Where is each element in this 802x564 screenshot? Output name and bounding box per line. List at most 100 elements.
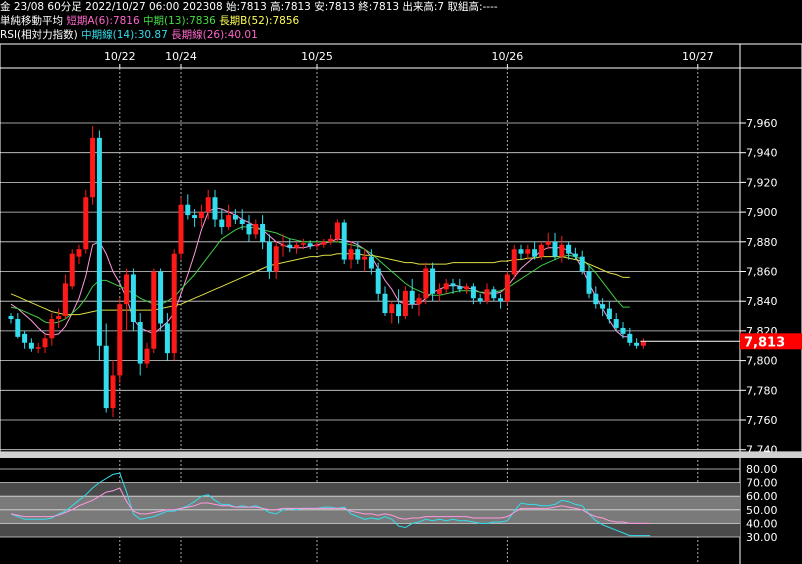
bull-candle xyxy=(205,189,211,220)
bear-candle xyxy=(28,338,34,352)
bear-candle xyxy=(96,130,102,361)
candle-body xyxy=(22,333,28,343)
rsi-tick-label: 70.00 xyxy=(746,477,778,490)
candle-body xyxy=(8,316,14,320)
candle-body xyxy=(314,244,320,247)
bull-candle xyxy=(334,219,340,242)
bear-candle xyxy=(498,293,504,309)
bear-candle xyxy=(8,313,14,324)
bull-candle xyxy=(436,283,442,302)
bull-candle xyxy=(226,204,232,230)
bull-candle xyxy=(83,189,89,254)
bull-candle xyxy=(35,342,41,354)
bull-candle xyxy=(294,241,300,254)
candle-body xyxy=(110,375,116,409)
candle-body xyxy=(464,286,470,290)
candle-body xyxy=(552,241,558,257)
candle-body xyxy=(634,342,640,346)
bull-candle xyxy=(117,298,123,383)
bear-candle xyxy=(219,209,225,235)
candle-body xyxy=(470,286,476,299)
date-axis: 10/22 10/24 10/25 10/26 10/27 xyxy=(104,50,714,68)
bear-candle xyxy=(593,286,599,309)
candle-body xyxy=(124,274,130,305)
bear-candle xyxy=(246,215,252,242)
candle-body xyxy=(579,256,585,272)
bear-candle xyxy=(396,289,402,324)
bear-candle xyxy=(103,323,109,413)
candle-body xyxy=(321,241,327,245)
bear-candle xyxy=(130,268,136,331)
candle-body xyxy=(300,243,306,245)
bear-candle xyxy=(266,234,272,279)
bull-candle xyxy=(178,197,184,260)
bear-candle xyxy=(341,219,347,265)
bear-candle xyxy=(477,293,483,305)
candle-body xyxy=(246,223,252,235)
bull-candle xyxy=(273,241,279,279)
bear-candle xyxy=(491,286,497,302)
candle-body xyxy=(117,304,123,376)
candle-body xyxy=(151,271,157,349)
date-label: 10/22 xyxy=(104,50,136,63)
bear-candle xyxy=(552,232,558,260)
candle-body xyxy=(402,290,408,317)
candle-body xyxy=(348,249,354,260)
candle-body xyxy=(600,304,606,309)
price-tick-label: 7,840 xyxy=(746,295,778,308)
candle-body xyxy=(294,244,300,248)
bull-candle xyxy=(42,333,48,354)
bull-candle xyxy=(110,360,116,418)
candle-body xyxy=(35,347,41,349)
price-axis: 7,9607,9407,9207,9007,8807,8607,8407,820… xyxy=(740,117,778,457)
candle-body xyxy=(273,246,279,272)
candle-body xyxy=(164,323,170,354)
candle-body xyxy=(532,249,538,257)
bull-candle xyxy=(559,235,565,263)
candle-body xyxy=(477,298,483,302)
candle-body xyxy=(627,333,633,343)
candle-body xyxy=(430,268,436,294)
candle-body xyxy=(504,274,510,302)
moving-average-line xyxy=(10,207,630,338)
candle-body xyxy=(375,268,381,294)
bull-candle xyxy=(464,283,470,294)
candle-body xyxy=(307,243,313,247)
bull-candle xyxy=(416,293,422,317)
candle-body xyxy=(640,341,646,346)
bull-candle xyxy=(443,278,449,294)
candle-body xyxy=(260,223,266,242)
candle-body xyxy=(226,215,232,227)
candle-body xyxy=(287,244,293,248)
bear-candle xyxy=(15,313,21,339)
price-tick-label: 7,800 xyxy=(746,355,778,368)
candle-body xyxy=(130,274,136,322)
bull-candle xyxy=(321,238,327,248)
bear-candle xyxy=(566,241,572,260)
candle-body xyxy=(491,289,497,299)
candle-body xyxy=(362,256,368,260)
date-label: 10/27 xyxy=(682,50,714,63)
bull-candle xyxy=(389,301,395,324)
price-chart[interactable]: 10/22 10/24 10/25 10/26 10/27 7,960 7,940 7,92… xyxy=(0,0,802,564)
bull-candle xyxy=(280,234,286,257)
bear-candle xyxy=(287,238,293,253)
bear-candle xyxy=(158,268,164,331)
bear-candle xyxy=(375,262,381,302)
bear-candle xyxy=(532,241,538,260)
bull-candle xyxy=(253,219,259,239)
bull-candle xyxy=(423,262,429,305)
candle-body xyxy=(62,283,68,317)
bull-candle xyxy=(640,338,646,349)
candle-body xyxy=(56,316,62,320)
candle-body xyxy=(436,289,442,294)
bull-candle xyxy=(348,241,354,269)
candle-body xyxy=(83,197,89,250)
candle-body xyxy=(28,342,34,349)
bull-candle xyxy=(525,244,531,260)
candle-body xyxy=(409,290,415,305)
candle-body xyxy=(559,244,565,257)
bull-candle xyxy=(62,274,68,320)
bull-candle xyxy=(328,234,334,245)
bull-candle xyxy=(151,268,157,354)
